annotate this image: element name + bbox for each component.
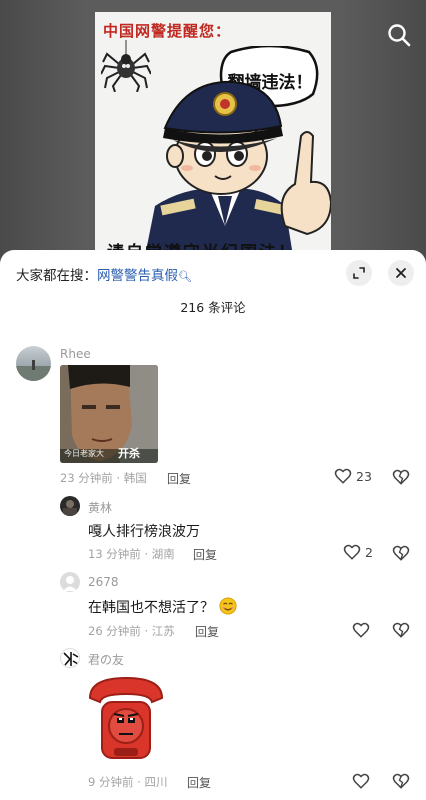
like-button[interactable]: 2: [343, 543, 373, 561]
heart-icon[interactable]: [352, 772, 370, 790]
poster-title: 中国网警提醒您：: [103, 22, 232, 40]
gif-caption-small: 今日老家大: [64, 449, 104, 458]
smile-emoji-icon: [219, 597, 237, 615]
gif-caption: 开杀: [118, 447, 140, 460]
collapse-button[interactable]: [346, 260, 372, 286]
video-poster: 中国网警提醒您： 翻墙违法！: [95, 12, 331, 262]
red-telephone-sticker[interactable]: [86, 672, 166, 764]
broken-heart-icon[interactable]: [392, 468, 410, 486]
comment-time-location: 23 分钟前 · 韩国: [60, 471, 147, 485]
broken-heart-icon[interactable]: [392, 772, 410, 790]
comment-time-location: 26 分钟前 · 江苏: [88, 624, 175, 638]
comment-time-location: 13 分钟前 · 湖南: [88, 547, 175, 561]
police-officer-illustration: [145, 80, 331, 256]
avatar-dark-icon: [63, 500, 77, 516]
heart-icon[interactable]: [352, 621, 370, 639]
reply-button[interactable]: 回复: [195, 623, 219, 640]
heart-icon: [343, 544, 361, 560]
close-icon: [396, 268, 406, 278]
reply-button[interactable]: 回复: [167, 470, 191, 487]
search-small-icon: 🔍︎: [178, 270, 192, 283]
comment-count: 216 条评论: [180, 300, 246, 315]
reply-button[interactable]: 回复: [187, 774, 211, 791]
reply-button[interactable]: 回复: [193, 546, 217, 563]
like-count: 2: [365, 544, 373, 560]
search-icon[interactable]: [386, 22, 412, 48]
broken-heart-icon[interactable]: [392, 621, 410, 639]
sketch-avatar-icon: [63, 652, 79, 666]
close-button[interactable]: [388, 260, 414, 286]
comment-text-row: 在韩国也不想活了？: [88, 597, 237, 617]
trending-search[interactable]: 大家都在搜：网警警告真假🔍︎: [16, 264, 192, 284]
avatar[interactable]: [60, 496, 80, 516]
username[interactable]: 黄林: [88, 499, 112, 516]
minimize-icon: [353, 267, 365, 279]
trending-prefix: 大家都在搜：: [16, 268, 97, 284]
trending-keyword[interactable]: 网警警告真假: [97, 268, 178, 284]
avatar[interactable]: [16, 346, 51, 381]
comment-gif[interactable]: 今日老家大 开杀: [60, 365, 158, 463]
username[interactable]: Rhee: [60, 347, 91, 361]
comment-text: 嘎人排行榜浪波万: [88, 524, 200, 540]
comment-text: 在韩国也不想活了？: [88, 600, 214, 616]
broken-heart-icon[interactable]: [392, 544, 410, 562]
avatar-landscape-icon: [16, 360, 51, 381]
like-button[interactable]: 23: [334, 467, 372, 485]
comment-time-location: 9 分钟前 · 四川: [88, 775, 168, 789]
video-background[interactable]: 中国网警提醒您： 翻墙违法！: [0, 0, 426, 262]
heart-icon: [334, 468, 352, 484]
like-count: 23: [356, 468, 372, 484]
avatar[interactable]: [60, 572, 80, 592]
avatar[interactable]: [60, 648, 80, 668]
username[interactable]: 2678: [88, 575, 119, 589]
default-avatar-icon: [63, 576, 77, 591]
comments-panel: 大家都在搜：网警警告真假🔍︎ 216 条评论 Rhee 今日老家大 开杀 23 …: [0, 250, 426, 800]
username[interactable]: 君の友: [88, 651, 124, 668]
